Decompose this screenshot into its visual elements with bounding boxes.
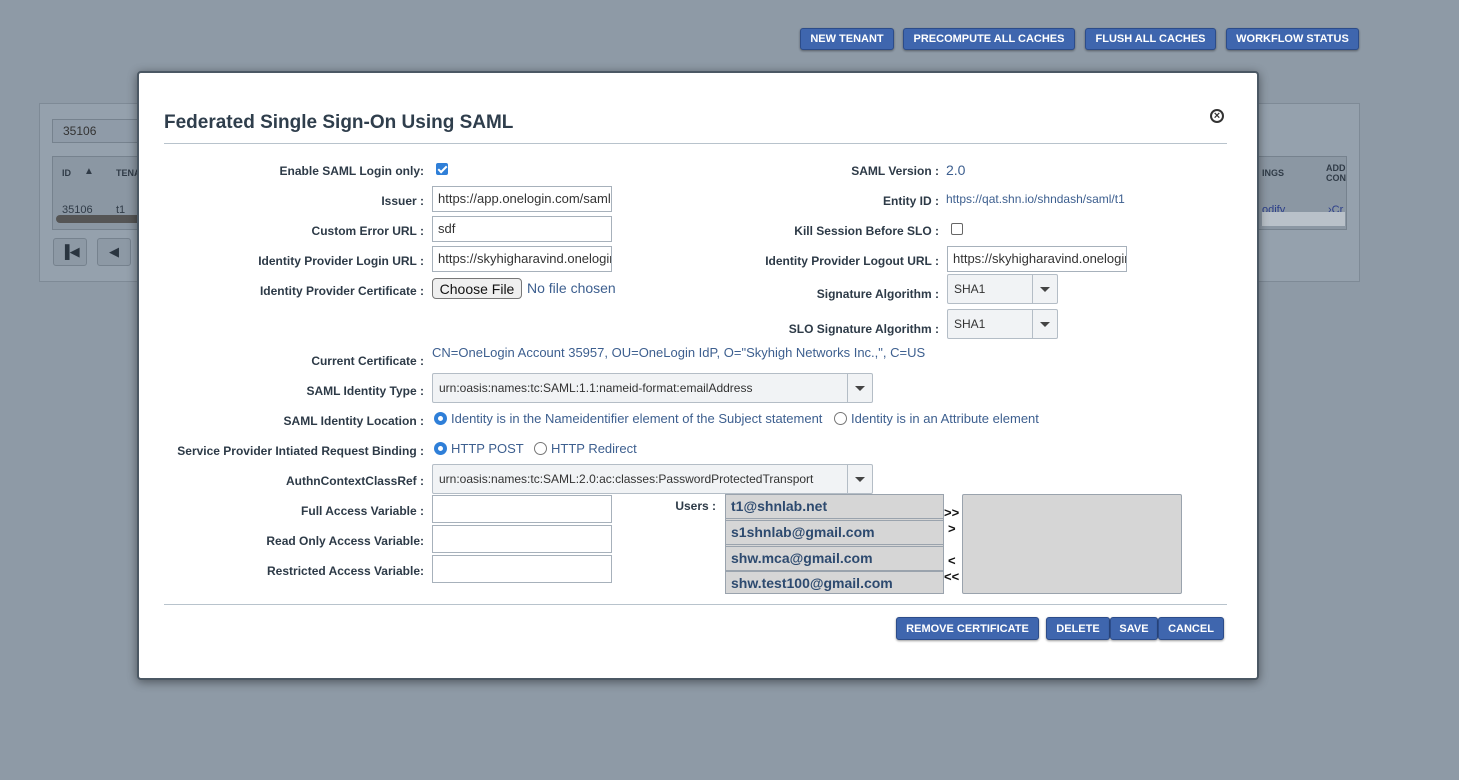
save-button[interactable]: SAVE bbox=[1110, 617, 1158, 640]
chevron-down-icon[interactable] bbox=[847, 374, 872, 402]
col-header-settings[interactable]: INGS bbox=[1262, 168, 1284, 178]
identity-type-value: urn:oasis:names:tc:SAML:1.1:nameid-forma… bbox=[439, 381, 753, 395]
delete-button[interactable]: DELETE bbox=[1046, 617, 1110, 640]
move-all-left-button[interactable]: << bbox=[944, 569, 959, 584]
saml-version-value: 2.0 bbox=[946, 162, 966, 178]
identity-type-select[interactable]: urn:oasis:names:tc:SAML:1.1:nameid-forma… bbox=[432, 373, 873, 403]
selected-users-list[interactable] bbox=[962, 494, 1182, 594]
authn-label: AuthnContextClassRef : bbox=[285, 474, 424, 488]
sp-binding-label: Service Provider Intiated Request Bindin… bbox=[177, 444, 424, 458]
loc-attribute-label: Identity is in an Attribute element bbox=[851, 411, 1039, 426]
sig-alg-label: Signature Algorithm : bbox=[816, 287, 939, 301]
restricted-input[interactable] bbox=[432, 555, 612, 583]
saml-version-label: SAML Version : bbox=[851, 164, 939, 178]
list-item[interactable]: s1shnlab@gmail.com bbox=[725, 520, 944, 545]
move-left-button[interactable]: < bbox=[948, 553, 956, 568]
close-icon[interactable]: × bbox=[1210, 109, 1224, 123]
idp-cert-label: Identity Provider Certificate : bbox=[259, 284, 424, 298]
read-only-label: Read Only Access Variable: bbox=[266, 534, 424, 548]
first-page-icon: ▐◀ bbox=[60, 244, 80, 259]
file-status-text: No file chosen bbox=[527, 280, 616, 296]
full-access-input[interactable] bbox=[432, 495, 612, 523]
restricted-label: Restricted Access Variable: bbox=[267, 564, 424, 578]
enable-saml-checkbox[interactable] bbox=[436, 163, 448, 175]
custom-error-label: Custom Error URL : bbox=[311, 224, 424, 238]
authn-value: urn:oasis:names:tc:SAML:2.0:ac:classes:P… bbox=[439, 472, 814, 486]
chevron-down-icon[interactable] bbox=[1032, 275, 1057, 303]
users-label: Users : bbox=[675, 499, 716, 513]
prev-page-icon: ◀ bbox=[109, 244, 119, 259]
move-all-right-button[interactable]: >> bbox=[944, 505, 959, 520]
col-header-add[interactable]: ADD CON bbox=[1326, 163, 1346, 183]
current-cert-label: Current Certificate : bbox=[311, 354, 424, 368]
list-item[interactable]: t1@shnlab.net bbox=[725, 494, 944, 519]
idp-login-label: Identity Provider Login URL : bbox=[258, 254, 424, 268]
identity-location-label: SAML Identity Location : bbox=[283, 414, 424, 428]
issuer-label: Issuer : bbox=[381, 194, 424, 208]
list-item[interactable]: shw.mca@gmail.com bbox=[725, 546, 944, 571]
precompute-caches-button[interactable]: PRECOMPUTE ALL CACHES bbox=[903, 28, 1075, 50]
identity-type-label: SAML Identity Type : bbox=[306, 384, 424, 398]
table-scrollbar[interactable] bbox=[56, 215, 146, 223]
enable-saml-label: Enable SAML Login only: bbox=[279, 164, 424, 178]
custom-error-input[interactable]: sdf bbox=[432, 216, 612, 242]
idp-login-input[interactable]: https://skyhigharavind.onelogin.com bbox=[432, 246, 612, 272]
loc-attribute-radio[interactable] bbox=[834, 412, 847, 425]
sig-alg-select[interactable]: SHA1 bbox=[947, 274, 1058, 304]
slo-sig-alg-label: SLO Signature Algorithm : bbox=[788, 322, 939, 336]
entity-id-label: Entity ID : bbox=[883, 194, 939, 208]
loc-nameid-label: Identity is in the Nameidentifier elemen… bbox=[451, 411, 823, 426]
chevron-down-icon[interactable] bbox=[847, 465, 872, 493]
prev-page-button[interactable]: ◀ bbox=[97, 238, 131, 266]
sig-alg-value: SHA1 bbox=[954, 282, 986, 296]
modal-title: Federated Single Sign-On Using SAML bbox=[164, 112, 514, 133]
kill-session-label: Kill Session Before SLO : bbox=[794, 224, 939, 238]
slo-sig-alg-value: SHA1 bbox=[954, 317, 986, 331]
chevron-down-icon[interactable] bbox=[1032, 310, 1057, 338]
remove-certificate-button[interactable]: REMOVE CERTIFICATE bbox=[896, 617, 1039, 640]
list-item[interactable]: shw.test100@gmail.com bbox=[725, 571, 944, 594]
binding-redirect-label: HTTP Redirect bbox=[551, 441, 637, 456]
move-right-button[interactable]: > bbox=[948, 521, 956, 536]
idp-logout-input[interactable]: https://skyhigharavind.onelogin.com bbox=[947, 246, 1127, 272]
authn-select[interactable]: urn:oasis:names:tc:SAML:2.0:ac:classes:P… bbox=[432, 464, 873, 494]
cancel-button[interactable]: CANCEL bbox=[1158, 617, 1224, 640]
read-only-input[interactable] bbox=[432, 525, 612, 553]
entity-id-value: https://qat.shn.io/shndash/saml/t1 bbox=[946, 192, 1125, 206]
sort-asc-icon: ▲ bbox=[84, 166, 94, 177]
loc-nameid-radio[interactable] bbox=[434, 412, 447, 425]
title-divider bbox=[164, 143, 1227, 144]
flush-caches-button[interactable]: FLUSH ALL CACHES bbox=[1085, 28, 1216, 50]
binding-post-radio[interactable] bbox=[434, 442, 447, 455]
footer-divider bbox=[164, 604, 1227, 605]
tenant-search-input[interactable]: 35106 bbox=[52, 119, 142, 143]
idp-logout-label: Identity Provider Logout URL : bbox=[765, 254, 939, 268]
col-header-id[interactable]: ID bbox=[62, 168, 71, 178]
issuer-input[interactable]: https://app.onelogin.com/saml bbox=[432, 186, 612, 212]
choose-file-button[interactable]: Choose File bbox=[432, 278, 522, 299]
slo-sig-alg-select[interactable]: SHA1 bbox=[947, 309, 1058, 339]
table-scroll-track bbox=[1262, 212, 1345, 226]
kill-session-checkbox[interactable] bbox=[951, 223, 963, 235]
binding-redirect-radio[interactable] bbox=[534, 442, 547, 455]
current-cert-value: CN=OneLogin Account 35957, OU=OneLogin I… bbox=[432, 345, 926, 360]
first-page-button[interactable]: ▐◀ bbox=[53, 238, 87, 266]
full-access-label: Full Access Variable : bbox=[301, 504, 424, 518]
workflow-status-button[interactable]: WORKFLOW STATUS bbox=[1226, 28, 1359, 50]
binding-post-label: HTTP POST bbox=[451, 441, 524, 456]
new-tenant-button[interactable]: NEW TENANT bbox=[800, 28, 894, 50]
